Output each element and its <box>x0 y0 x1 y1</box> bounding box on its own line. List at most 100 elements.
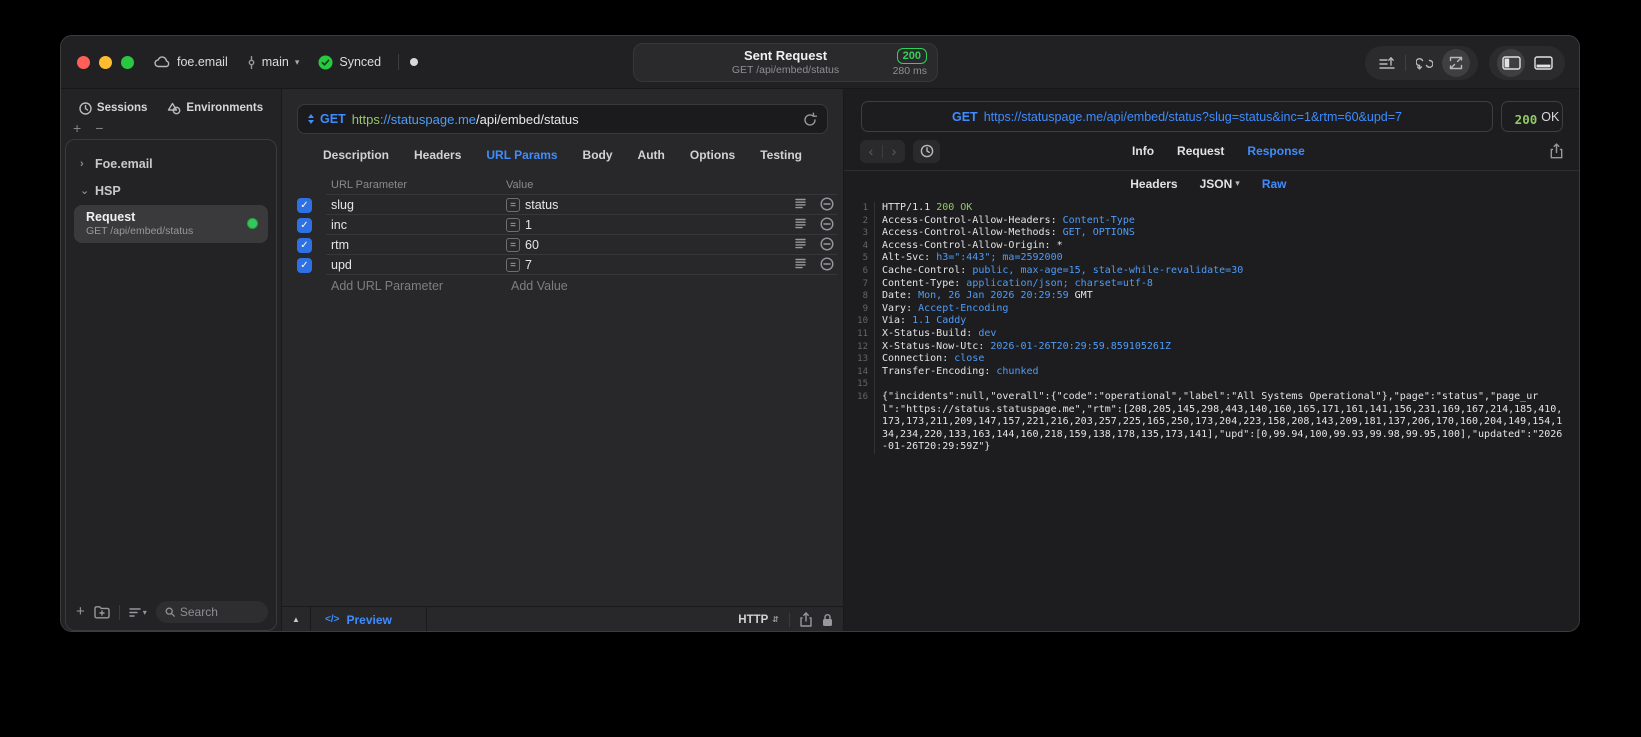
request-list-item-selected[interactable]: Request GET /api/embed/status <box>74 205 268 243</box>
request-tab-testing[interactable]: Testing <box>760 148 802 162</box>
close-window-button[interactable] <box>77 55 90 69</box>
request-tab-url-params[interactable]: URL Params <box>486 148 557 162</box>
line-text: Transfer-Encoding: chunked <box>874 365 1579 379</box>
response-view-tab-headers[interactable]: Headers <box>1130 177 1177 191</box>
param-name-input[interactable]: inc <box>331 218 506 232</box>
add-param-row[interactable]: Add URL Parameter Add Value <box>282 275 843 297</box>
param-remove-button[interactable] <box>820 236 834 254</box>
response-view-tab-raw[interactable]: Raw <box>1262 177 1287 191</box>
branch-selector[interactable]: main ▾ <box>241 51 306 73</box>
chevron-down-icon: ⌄ <box>80 185 90 197</box>
new-folder-icon[interactable] <box>94 605 110 619</box>
tab-environments-label: Environments <box>186 102 264 114</box>
resend-icon[interactable] <box>803 112 817 127</box>
add-request-button[interactable]: + <box>76 604 85 619</box>
request-tab-auth[interactable]: Auth <box>638 148 665 162</box>
toggle-sidebar-button[interactable] <box>1497 49 1525 77</box>
response-line-10: 10 Via: 1.1 Caddy <box>854 315 1579 328</box>
response-status-box: 200 OK <box>1501 101 1563 132</box>
tab-sessions[interactable]: Sessions <box>79 101 147 115</box>
ssl-lock-button[interactable] <box>822 613 833 627</box>
param-name-input[interactable]: upd <box>331 258 506 272</box>
preview-button[interactable]: </> Preview <box>311 607 427 631</box>
notes-icon <box>795 238 806 249</box>
traffic-lights <box>61 55 148 69</box>
method-stepper-icon[interactable] <box>308 114 314 124</box>
back-button[interactable]: ‹ <box>860 140 882 163</box>
response-tab-response[interactable]: Response <box>1247 144 1304 158</box>
param-value-input[interactable]: status <box>525 198 794 212</box>
sync-status[interactable]: Synced <box>312 51 387 74</box>
param-value-input[interactable]: 60 <box>525 238 794 252</box>
param-checkbox[interactable]: ✓ <box>297 217 312 233</box>
line-text: Access-Control-Allow-Origin: * <box>874 239 1579 253</box>
notes-icon <box>795 258 806 269</box>
response-body[interactable]: 1 HTTP/1.1 200 OK 2 Access-Control-Allow-He… <box>844 196 1579 454</box>
minimize-window-button[interactable] <box>99 55 112 69</box>
list-arrow-up-icon <box>1378 56 1395 69</box>
sort-filter-button[interactable]: ▾ <box>129 607 147 618</box>
line-number: 11 <box>857 328 868 339</box>
export-response-button[interactable] <box>1550 143 1563 159</box>
line-number: 7 <box>862 278 868 289</box>
request-tab-body[interactable]: Body <box>583 148 613 162</box>
param-checkbox[interactable]: ✓ <box>297 257 312 273</box>
sync-branches-button[interactable] <box>1410 49 1438 77</box>
request-tab-headers[interactable]: Headers <box>414 148 461 162</box>
response-tab-info[interactable]: Info <box>1132 144 1154 158</box>
box-arrows-icon <box>1449 56 1463 70</box>
param-name-input[interactable]: rtm <box>331 238 506 252</box>
param-notes-button[interactable] <box>794 238 807 252</box>
param-remove-button[interactable] <box>820 256 834 274</box>
request-url-bar[interactable]: GET https://statuspage.me/api/embed/stat… <box>297 104 828 134</box>
line-text: X-Status-Now-Utc: 2026-01-26T20:29:59.85… <box>874 340 1579 354</box>
request-tab-description[interactable]: Description <box>323 148 389 162</box>
response-view-row: Headers JSON ▾ Raw <box>844 171 1579 196</box>
remove-session-button[interactable]: − <box>95 120 103 136</box>
param-notes-button[interactable] <box>794 218 807 232</box>
sent-request-url-box[interactable]: GET https://statuspage.me/api/embed/stat… <box>861 101 1493 132</box>
param-notes-button[interactable] <box>794 198 807 212</box>
equals-icon: = <box>506 218 520 232</box>
share-request-button[interactable] <box>800 612 812 627</box>
protocol-selector[interactable]: HTTP ⇵ <box>738 614 789 626</box>
add-session-button[interactable]: + <box>73 120 81 136</box>
response-tab-request[interactable]: Request <box>1177 144 1224 158</box>
request-url-text[interactable]: https://statuspage.me/api/embed/status <box>352 112 797 127</box>
add-value-placeholder[interactable]: Add Value <box>511 279 568 293</box>
forward-button[interactable]: › <box>883 140 905 163</box>
tree-group-foe-email[interactable]: › Foe.email <box>74 150 268 177</box>
param-remove-button[interactable] <box>820 196 834 214</box>
layout-toggles-group <box>1489 46 1565 80</box>
project-menu[interactable]: foe.email <box>148 51 234 73</box>
param-checkbox[interactable]: ✓ <box>297 237 312 253</box>
toggle-bottom-panel-button[interactable] <box>1529 49 1557 77</box>
history-button[interactable] <box>913 139 940 163</box>
sidebar-search[interactable] <box>155 601 268 623</box>
param-value-input[interactable]: 1 <box>525 218 794 232</box>
param-value-input[interactable]: 7 <box>525 258 794 272</box>
add-url-parameter-placeholder[interactable]: Add URL Parameter <box>331 279 511 293</box>
search-input[interactable] <box>179 605 259 619</box>
param-notes-button[interactable] <box>794 258 807 272</box>
sent-request-status-pill[interactable]: Sent Request GET /api/embed/status 200 2… <box>633 43 938 82</box>
param-checkbox[interactable]: ✓ <box>297 197 312 213</box>
zoom-window-button[interactable] <box>121 55 134 69</box>
tree-group-hsp[interactable]: ⌄ HSP <box>74 177 268 204</box>
method-label[interactable]: GET <box>320 112 346 126</box>
import-export-button[interactable] <box>1442 49 1470 77</box>
tab-environments[interactable]: Environments <box>167 102 263 115</box>
response-panel: GET https://statuspage.me/api/embed/stat… <box>844 89 1579 631</box>
unsaved-indicator-dot <box>410 58 419 66</box>
share-icon <box>800 612 812 627</box>
response-view-tab-json[interactable]: JSON ▾ <box>1200 177 1240 191</box>
request-tab-options[interactable]: Options <box>690 148 735 162</box>
sent-request-title: Sent Request <box>743 48 828 63</box>
request-list-order-button[interactable] <box>1373 49 1401 77</box>
line-number: 13 <box>857 354 868 365</box>
param-name-input[interactable]: slug <box>331 198 506 212</box>
param-remove-button[interactable] <box>820 216 834 234</box>
expand-drawer-button[interactable]: ▲ <box>282 607 311 631</box>
lock-icon <box>823 613 832 626</box>
remove-row-icon <box>820 256 834 271</box>
